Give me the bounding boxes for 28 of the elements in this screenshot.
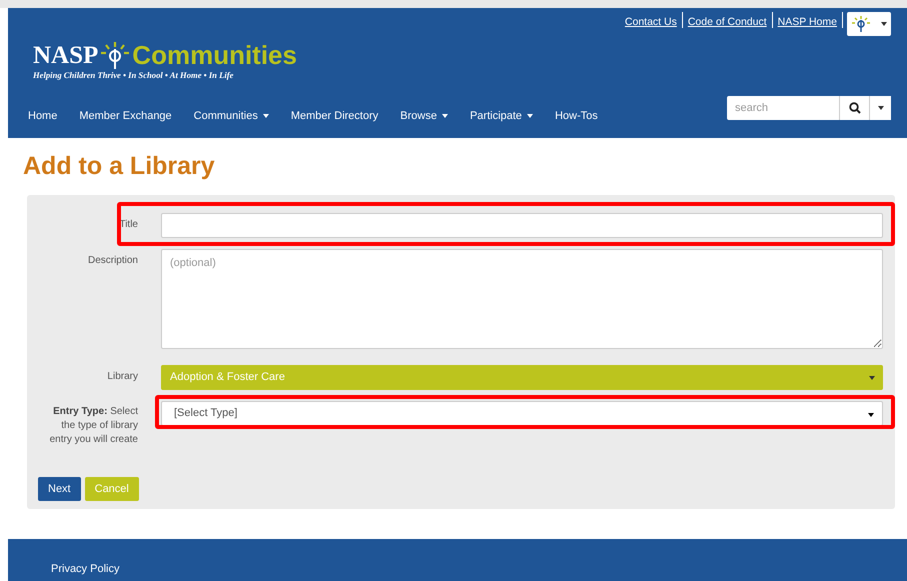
nav-item[interactable]: Browse [400,110,448,122]
search-button[interactable] [839,96,869,120]
nav-item[interactable]: Participate [470,110,533,122]
search-field[interactable]: search [727,96,839,120]
footer-link[interactable]: Privacy Policy [51,563,120,575]
nav-item[interactable]: Member Exchange [79,110,172,122]
site-menu-button[interactable] [847,12,891,36]
header-link[interactable]: Contact Us [620,12,683,28]
caret-icon [881,22,887,26]
search-options-button[interactable] [869,96,891,120]
entry-type-dropdown[interactable]: [Select Type] [161,401,883,426]
nav-item[interactable]: How-Tos [554,110,598,122]
field-label: Entry Type: Select the type of library entry you will create [48,405,139,447]
nav-item[interactable]: Member Directory [290,110,378,122]
site-logo[interactable]: NASP Communities Helping Children Thrive • In School • At Home • In Life [33,40,333,80]
nav-item[interactable]: Home [28,110,58,122]
field-label: Title [118,218,139,232]
header-link[interactable]: NASP Home [772,12,843,28]
nav-item[interactable]: Communities [194,110,269,122]
field-label: Library [106,370,139,384]
title-field[interactable] [161,213,883,238]
header-link[interactable]: Code of Conduct [682,12,773,28]
tree-icon [851,15,871,33]
next-button[interactable]: Next [38,477,81,501]
field-label: Description [86,254,139,268]
page-title: Add to a Library [23,152,216,181]
description-field[interactable]: (optional) [161,249,883,349]
search-icon [848,102,860,114]
